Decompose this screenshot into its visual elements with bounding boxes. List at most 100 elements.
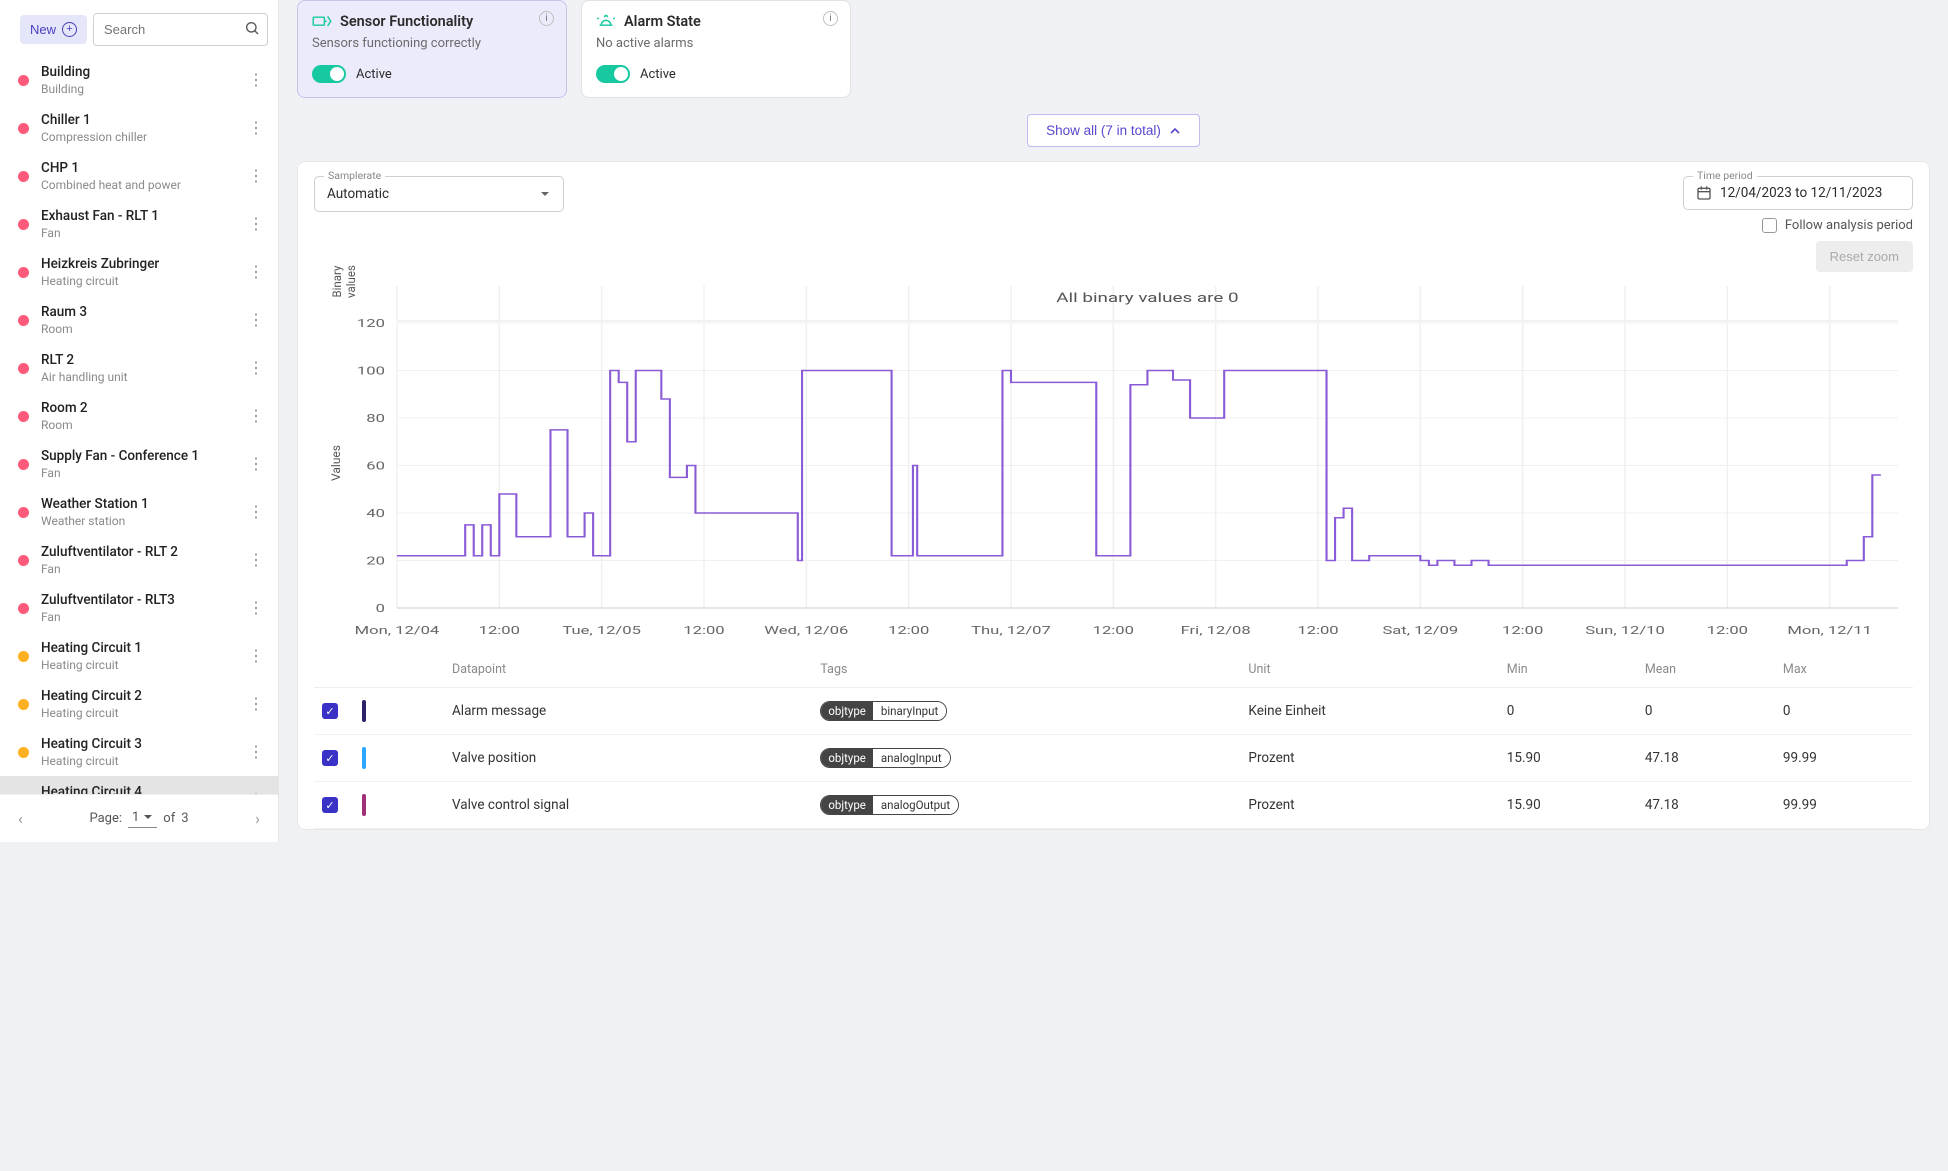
status-dot [18,603,29,614]
sidebar-item-title: CHP 1 [41,160,240,176]
col-min: Min [1499,652,1637,688]
item-menu-button[interactable]: ⋮ [240,788,272,794]
row-datapoint: Alarm message [444,688,812,735]
status-dot [18,555,29,566]
new-button-label: New [30,22,56,37]
sidebar-item-title: Chiller 1 [41,112,240,128]
sidebar-item[interactable]: CHP 1 Combined heat and power ⋮ [0,152,278,200]
row-color-swatch [362,747,366,769]
sidebar: New + Building Building ⋮ Chiller 1 Comp… [0,0,279,842]
row-max: 99.99 [1775,735,1913,782]
item-menu-button[interactable]: ⋮ [240,500,272,524]
row-mean: 47.18 [1637,782,1775,829]
sidebar-item[interactable]: Zuluftventilator - RLT 2 Fan ⋮ [0,536,278,584]
svg-text:12:00: 12:00 [1297,625,1338,638]
sidebar-item[interactable]: Room 2 Room ⋮ [0,392,278,440]
pager-page-select[interactable]: 1 [128,810,157,828]
datapoint-table: Datapoint Tags Unit Min Mean Max ✓ Alarm… [314,652,1913,829]
pager-next[interactable]: › [251,805,264,832]
sidebar-item-title: Zuluftventilator - RLT 2 [41,544,240,560]
new-button[interactable]: New + [20,15,87,44]
row-min: 0 [1499,688,1637,735]
item-menu-button[interactable]: ⋮ [240,308,272,332]
row-color-swatch [362,700,366,722]
item-menu-button[interactable]: ⋮ [240,596,272,620]
sensor-toggle[interactable] [312,65,346,83]
row-datapoint: Valve position [444,735,812,782]
sidebar-item[interactable]: Supply Fan - Conference 1 Fan ⋮ [0,440,278,488]
status-dot [18,315,29,326]
item-menu-button[interactable]: ⋮ [240,116,272,140]
sidebar-item-sub: Heating circuit [41,706,240,720]
sidebar-item[interactable]: Exhaust Fan - RLT 1 Fan ⋮ [0,200,278,248]
col-unit: Unit [1240,652,1498,688]
item-menu-button[interactable]: ⋮ [240,404,272,428]
sidebar-item[interactable]: Chiller 1 Compression chiller ⋮ [0,104,278,152]
item-menu-button[interactable]: ⋮ [240,548,272,572]
sidebar-item[interactable]: Zuluftventilator - RLT3 Fan ⋮ [0,584,278,632]
row-tag: objtypeanalogInput [820,748,950,768]
sidebar-item[interactable]: Heating Circuit 3 Heating circuit ⋮ [0,728,278,776]
svg-text:Tue, 12/05: Tue, 12/05 [562,625,641,638]
info-icon[interactable]: i [539,11,554,26]
sidebar-item[interactable]: RLT 2 Air handling unit ⋮ [0,344,278,392]
sidebar-item-sub: Fan [41,610,240,624]
status-dot [18,75,29,86]
sidebar-list[interactable]: Building Building ⋮ Chiller 1 Compressio… [0,56,278,794]
status-dot [18,747,29,758]
follow-analysis-checkbox[interactable] [1762,218,1777,233]
sidebar-item-title: Building [41,64,240,80]
chart-area[interactable]: Binaryvalues Values Mon, 12/0412:00Tue, … [314,278,1913,648]
col-mean: Mean [1637,652,1775,688]
col-datapoint: Datapoint [444,652,812,688]
card-sensor-functionality: i Sensor Functionality Sensors functioni… [297,0,567,98]
status-dot [18,459,29,470]
item-menu-button[interactable]: ⋮ [240,68,272,92]
show-all-button[interactable]: Show all (7 in total) [1027,114,1200,147]
sidebar-item-title: Exhaust Fan - RLT 1 [41,208,240,224]
item-menu-button[interactable]: ⋮ [240,164,272,188]
alarm-toggle[interactable] [596,65,630,83]
item-menu-button[interactable]: ⋮ [240,356,272,380]
svg-text:Mon, 12/04: Mon, 12/04 [355,625,440,638]
item-menu-button[interactable]: ⋮ [240,644,272,668]
sidebar-item-sub: Air handling unit [41,370,240,384]
sidebar-pager: ‹ Page: 1 of 3 › [0,794,278,842]
row-color-swatch [362,794,366,816]
sidebar-item[interactable]: Weather Station 1 Weather station ⋮ [0,488,278,536]
sidebar-item-sub: Room [41,418,240,432]
item-menu-button[interactable]: ⋮ [240,740,272,764]
item-menu-button[interactable]: ⋮ [240,692,272,716]
search-icon [244,20,260,40]
row-checkbox[interactable]: ✓ [322,797,338,813]
row-checkbox[interactable]: ✓ [322,750,338,766]
sidebar-item-title: Supply Fan - Conference 1 [41,448,240,464]
card-alarm-state: i Alarm State No active alarms Active [581,0,851,98]
row-tag: objtypebinaryInput [820,701,947,721]
binary-axis-label: Binaryvalues [330,265,358,298]
pager-of-label: of [163,811,175,826]
row-unit: Keine Einheit [1240,688,1498,735]
sidebar-item[interactable]: Raum 3 Room ⋮ [0,296,278,344]
row-max: 99.99 [1775,782,1913,829]
svg-text:12:00: 12:00 [1502,625,1543,638]
info-icon[interactable]: i [823,11,838,26]
sidebar-item[interactable]: Heating Circuit 2 Heating circuit ⋮ [0,680,278,728]
show-all-label: Show all (7 in total) [1046,123,1161,138]
item-menu-button[interactable]: ⋮ [240,260,272,284]
item-menu-button[interactable]: ⋮ [240,212,272,236]
sidebar-item[interactable]: Heizkreis Zubringer Heating circuit ⋮ [0,248,278,296]
pager-prev[interactable]: ‹ [14,805,27,832]
alarm-toggle-label: Active [640,67,676,82]
row-checkbox[interactable]: ✓ [322,703,338,719]
sidebar-item[interactable]: Heating Circuit 4 Heating circuit ⋮ [0,776,278,794]
sidebar-item[interactable]: Building Building ⋮ [0,56,278,104]
item-menu-button[interactable]: ⋮ [240,452,272,476]
svg-text:Mon, 12/11: Mon, 12/11 [1787,625,1872,638]
search-input[interactable] [93,13,268,46]
card-sensor-sub: Sensors functioning correctly [312,36,552,51]
sidebar-item[interactable]: Heating Circuit 1 Heating circuit ⋮ [0,632,278,680]
reset-zoom-button[interactable]: Reset zoom [1816,241,1913,272]
svg-text:12:00: 12:00 [1093,625,1134,638]
caret-down-icon [143,812,153,822]
